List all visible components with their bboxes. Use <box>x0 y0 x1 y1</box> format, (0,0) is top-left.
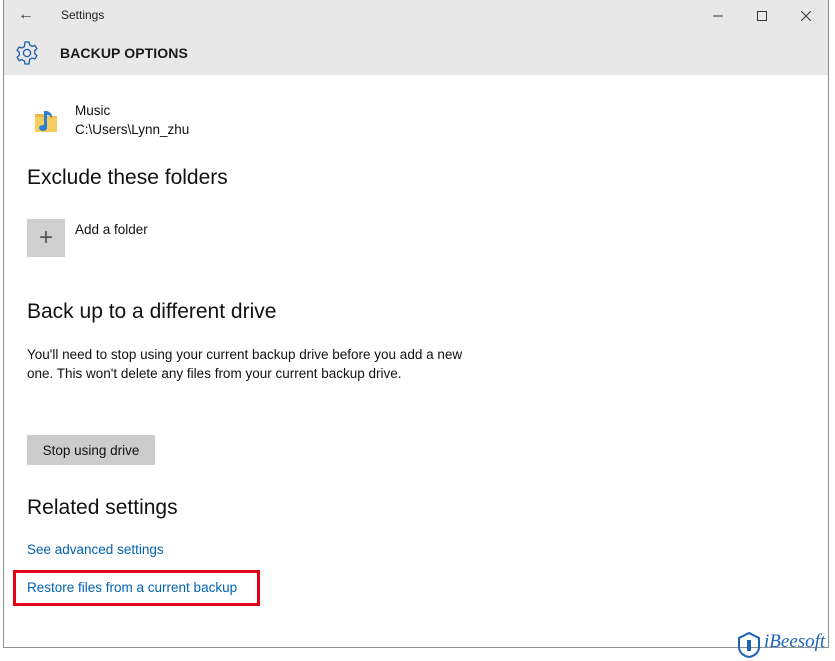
content-area: Music C:\Users\Lynn_zhu Exclude these fo… <box>4 75 828 647</box>
brand-name: iBeesoft <box>764 631 826 652</box>
plus-icon: + <box>27 219 65 257</box>
close-icon <box>801 10 811 21</box>
window-title: Settings <box>61 8 105 22</box>
exclude-heading: Exclude these folders <box>27 166 228 189</box>
brand-watermark: iBeesoft <box>736 631 835 658</box>
title-bar: ← Settings <box>4 0 828 31</box>
gear-icon <box>16 41 38 65</box>
folder-path: C:\Users\Lynn_zhu <box>75 122 190 137</box>
page-header: BACKUP OPTIONS <box>4 31 828 75</box>
different-drive-heading: Back up to a different drive <box>27 300 277 323</box>
add-folder-button[interactable]: + Add a folder <box>27 219 227 259</box>
ibeesoft-logo-icon <box>738 632 760 658</box>
see-advanced-settings-link[interactable]: See advanced settings <box>27 542 164 557</box>
folder-item-music[interactable]: Music C:\Users\Lynn_zhu <box>32 101 272 141</box>
page-title: BACKUP OPTIONS <box>60 45 188 61</box>
folder-name: Music <box>75 103 111 118</box>
different-drive-description: You'll need to stop using your current b… <box>27 347 463 381</box>
back-arrow-icon[interactable]: ← <box>16 5 36 25</box>
stop-using-drive-button[interactable]: Stop using drive <box>27 435 155 465</box>
window-controls <box>696 0 828 31</box>
close-button[interactable] <box>784 0 828 31</box>
maximize-icon <box>757 10 767 21</box>
minimize-button[interactable] <box>696 0 740 31</box>
music-folder-icon <box>35 111 57 132</box>
related-settings-heading: Related settings <box>27 496 178 519</box>
minimize-icon <box>713 15 723 16</box>
add-folder-label: Add a folder <box>75 222 148 237</box>
restore-files-link[interactable]: Restore files from a current backup <box>27 580 237 595</box>
settings-window: ← Settings BACKUP OPTIONS Music C:\Users… <box>3 0 829 648</box>
maximize-button[interactable] <box>740 0 784 31</box>
